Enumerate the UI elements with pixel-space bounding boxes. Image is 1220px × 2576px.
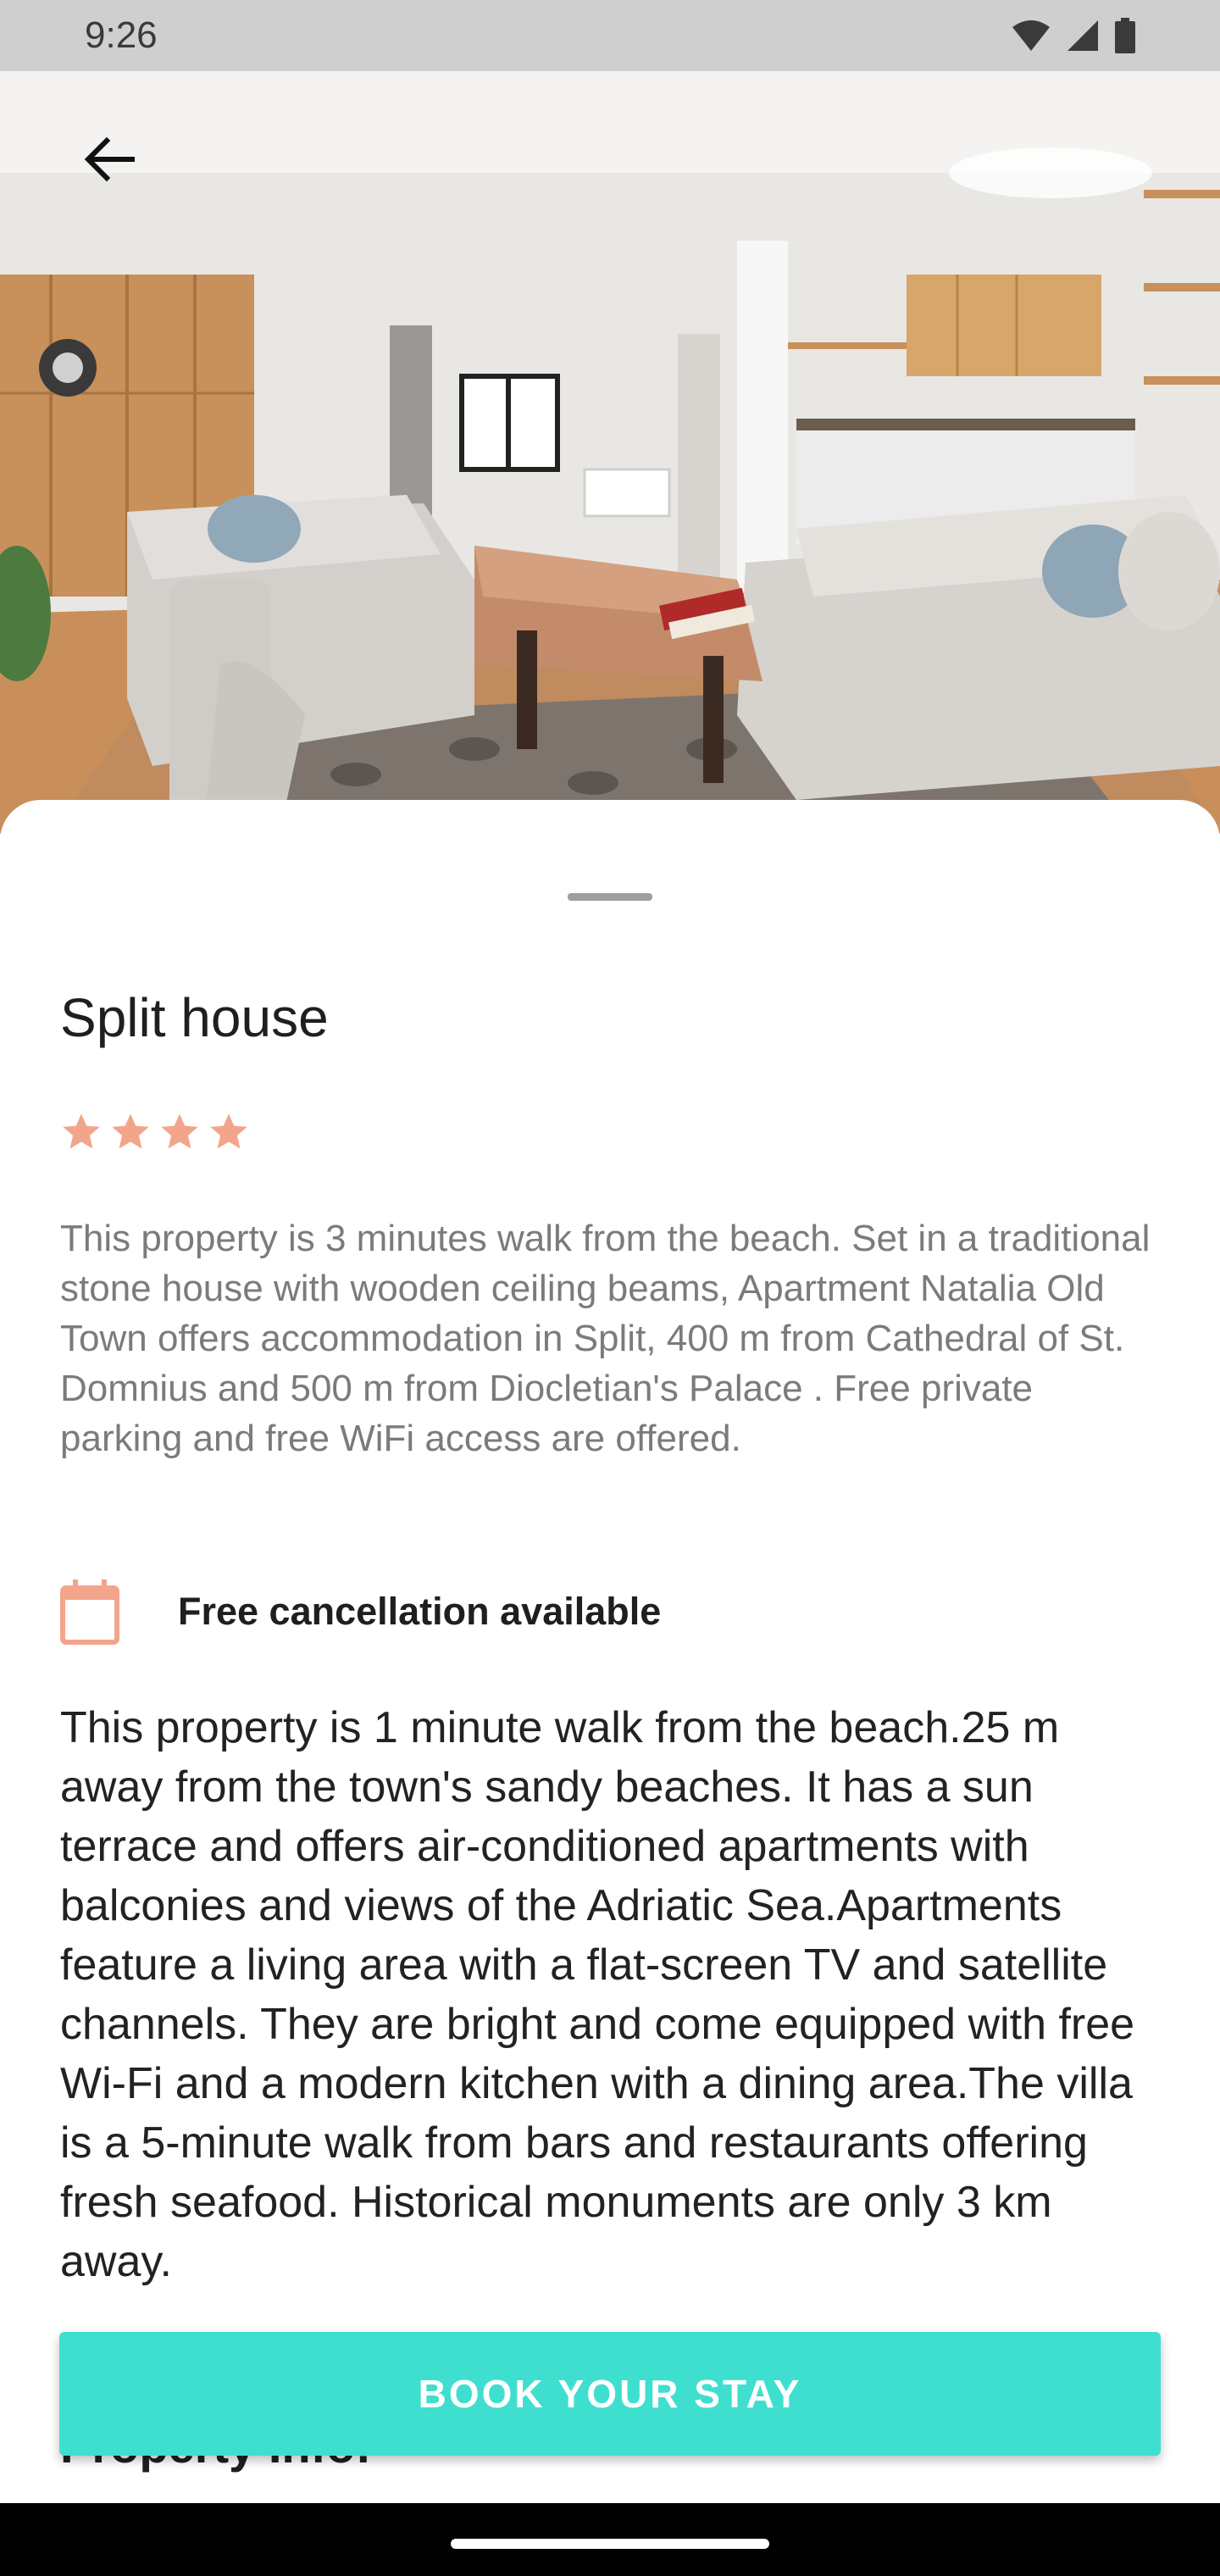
arrow-left-icon (84, 136, 135, 182)
details-sheet[interactable]: Split house This property is 3 minutes w… (0, 800, 1220, 2503)
drag-handle[interactable] (568, 893, 652, 901)
home-indicator[interactable] (451, 2539, 769, 2549)
star-icon (63, 1113, 100, 1149)
signal-icon (1068, 20, 1098, 51)
navigation-bar (0, 2503, 1220, 2576)
book-your-stay-button[interactable]: BOOK YOUR STAY (59, 2332, 1161, 2456)
long-description: This property is 1 minute walk from the … (60, 1703, 1135, 2286)
cancellation-label: Free cancellation available (178, 1590, 662, 1633)
status-icons (1012, 18, 1135, 53)
status-bar: 9:26 (0, 0, 1220, 71)
property-photo (0, 71, 1220, 834)
star-rating (59, 1110, 251, 1154)
battery-icon (1115, 18, 1135, 53)
property-title: Split house (60, 987, 329, 1048)
wifi-icon (1012, 20, 1050, 51)
star-icon (161, 1113, 198, 1149)
status-time: 9:26 (85, 14, 158, 56)
star-icon (210, 1113, 247, 1149)
back-button[interactable] (66, 117, 151, 202)
short-description: This property is 3 minutes walk from the… (60, 1218, 1151, 1459)
calendar-icon (60, 1579, 119, 1645)
cancellation-row: Free cancellation available (59, 1578, 661, 1646)
star-icon (112, 1113, 149, 1149)
